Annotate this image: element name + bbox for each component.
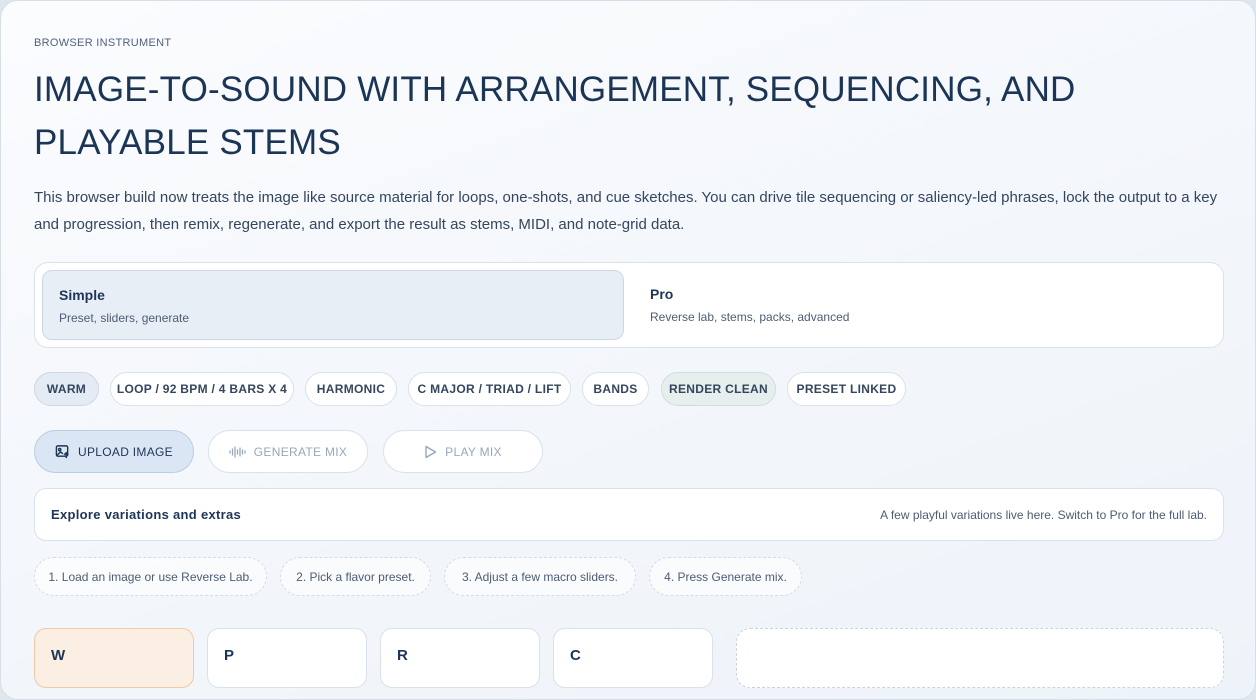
chip-warm[interactable]: WARM: [34, 372, 99, 406]
mode-switch: Simple Preset, sliders, generate Pro Rev…: [34, 262, 1224, 348]
eyebrow-label: BROWSER INSTRUMENT: [34, 37, 172, 49]
explore-variations-toggle[interactable]: Explore variations and extras A few play…: [34, 488, 1224, 541]
step-load-image: 1. Load an image or use Reverse Lab.: [34, 557, 267, 596]
mode-pro-option[interactable]: Pro Reverse lab, stems, packs, advanced: [634, 270, 1216, 340]
chip-render-clean[interactable]: RENDER CLEAN: [661, 372, 776, 406]
mode-simple-option[interactable]: Simple Preset, sliders, generate: [42, 270, 624, 340]
mode-simple-subtitle: Preset, sliders, generate: [59, 311, 190, 325]
preset-card[interactable]: W: [34, 628, 194, 688]
explore-note: A few playful variations live here. Swit…: [880, 507, 1207, 522]
explore-title: Explore variations and extras: [51, 507, 242, 522]
step-pick-preset: 2. Pick a flavor preset.: [280, 557, 431, 596]
preset-card[interactable]: C: [553, 628, 713, 688]
waveform-icon: [229, 445, 246, 459]
step-adjust-sliders: 3. Adjust a few macro sliders.: [444, 557, 636, 596]
play-mix-label: PLAY MIX: [445, 444, 502, 459]
generate-mix-label: GENERATE MIX: [253, 444, 348, 459]
upload-image-button[interactable]: UPLOAD IMAGE: [34, 430, 194, 473]
chip-key-progression[interactable]: C MAJOR / TRIAD / LIFT: [408, 372, 571, 406]
preset-card[interactable]: P: [207, 628, 367, 688]
preset-card[interactable]: R: [380, 628, 540, 688]
play-mix-button[interactable]: PLAY MIX: [383, 430, 543, 473]
chip-harmonic[interactable]: HARMONIC: [305, 372, 397, 406]
upload-image-label: UPLOAD IMAGE: [78, 444, 173, 459]
mode-simple-title: Simple: [59, 287, 105, 303]
mode-pro-subtitle: Reverse lab, stems, packs, advanced: [650, 310, 850, 324]
instrument-panel: BROWSER INSTRUMENT IMAGE-TO-SOUND WITH A…: [0, 0, 1256, 700]
image-dropzone[interactable]: [736, 628, 1224, 688]
image-upload-icon: [55, 444, 70, 459]
page-description: This browser build now treats the image …: [34, 189, 1218, 233]
chip-bands[interactable]: BANDS: [582, 372, 649, 406]
mode-pro-title: Pro: [650, 286, 674, 302]
chip-loop-tempo[interactable]: LOOP / 92 BPM / 4 BARS X 4: [110, 372, 294, 406]
chip-preset-linked[interactable]: PRESET LINKED: [787, 372, 906, 406]
page-title: IMAGE-TO-SOUND WITH ARRANGEMENT, SEQUENC…: [34, 70, 1076, 162]
generate-mix-button[interactable]: GENERATE MIX: [208, 430, 368, 473]
step-press-generate: 4. Press Generate mix.: [649, 557, 802, 596]
play-icon: [424, 445, 437, 459]
